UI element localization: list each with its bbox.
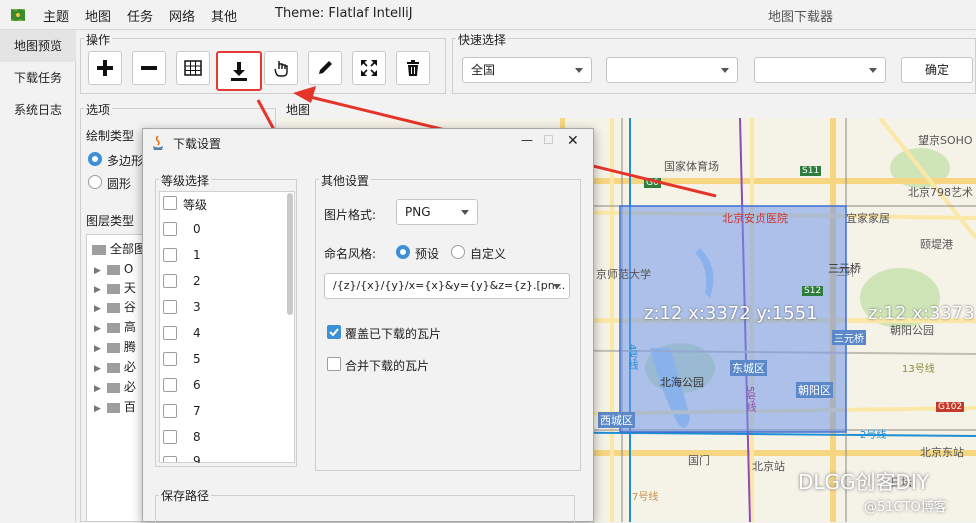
level-label: 1 bbox=[193, 248, 201, 262]
save-path-title: 保存路径 bbox=[159, 487, 212, 504]
level-title: 等级选择 bbox=[159, 172, 212, 189]
level-checkbox[interactable] bbox=[163, 430, 177, 444]
level-label: 2 bbox=[193, 274, 201, 288]
overwrite-checkbox[interactable] bbox=[327, 325, 341, 339]
level-scrollbar[interactable] bbox=[287, 193, 293, 315]
level-label: 5 bbox=[193, 352, 201, 366]
maximize-button[interactable]: ☐ bbox=[543, 133, 554, 147]
level-checkbox[interactable] bbox=[163, 300, 177, 314]
chevron-down-icon bbox=[461, 210, 469, 215]
merge-checkbox[interactable] bbox=[327, 357, 341, 371]
download-settings-dialog: 下载设置 — ☐ ✕ 等级选择 等级 0 1 2 3 4 5 6 7 8 9 其… bbox=[142, 128, 594, 523]
naming-custom-label: 自定义 bbox=[470, 247, 507, 261]
level-checkbox[interactable] bbox=[163, 222, 177, 236]
save-path-group bbox=[155, 495, 575, 523]
close-button[interactable]: ✕ bbox=[567, 133, 579, 149]
other-settings-title: 其他设置 bbox=[319, 172, 372, 189]
level-checkbox[interactable] bbox=[163, 326, 177, 340]
level-list bbox=[159, 191, 295, 463]
naming-label: 命名风格: bbox=[324, 247, 377, 261]
level-checkbox[interactable] bbox=[163, 378, 177, 392]
level-label: 0 bbox=[193, 222, 201, 236]
level-label: 8 bbox=[193, 430, 201, 444]
level-all-checkbox[interactable] bbox=[163, 196, 177, 210]
level-header: 等级 bbox=[183, 198, 208, 212]
format-label: 图片格式: bbox=[324, 208, 377, 222]
level-checkbox[interactable] bbox=[163, 456, 177, 462]
dialog-title: 下载设置 bbox=[173, 137, 222, 151]
level-checkbox[interactable] bbox=[163, 352, 177, 366]
level-label: 9 bbox=[193, 455, 201, 463]
naming-pattern-combo[interactable]: /{z}/{x}/{y}/x={x}&y={y}&z={z}.[pn... bbox=[324, 273, 570, 299]
overwrite-label: 覆盖已下载的瓦片 bbox=[345, 327, 442, 341]
level-label: 6 bbox=[193, 378, 201, 392]
minimize-button[interactable]: — bbox=[521, 133, 533, 147]
java-icon bbox=[151, 135, 165, 151]
naming-custom-radio[interactable] bbox=[451, 245, 465, 259]
level-checkbox[interactable] bbox=[163, 248, 177, 262]
format-combo[interactable]: PNG bbox=[396, 199, 478, 225]
level-label: 4 bbox=[193, 326, 201, 340]
naming-preset-label: 预设 bbox=[415, 247, 440, 261]
chevron-down-icon bbox=[553, 284, 561, 289]
level-checkbox[interactable] bbox=[163, 404, 177, 418]
level-checkbox[interactable] bbox=[163, 274, 177, 288]
naming-preset-radio[interactable] bbox=[396, 245, 410, 259]
level-label: 7 bbox=[193, 404, 201, 418]
merge-label: 合并下载的瓦片 bbox=[345, 359, 430, 373]
level-label: 3 bbox=[193, 300, 201, 314]
checkmark-icon bbox=[329, 328, 339, 337]
